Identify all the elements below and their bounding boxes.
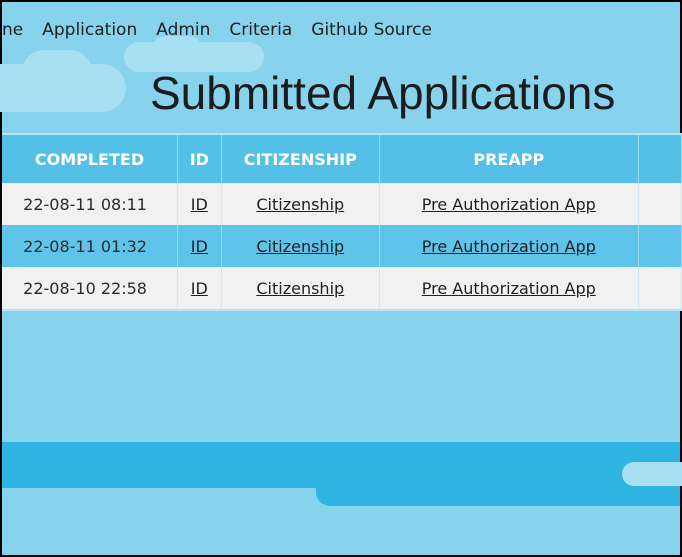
table-row: 22-08-11 08:11 ID Citizenship Pre Author… bbox=[2, 183, 682, 225]
cloud-decoration bbox=[622, 462, 682, 486]
preapp-cell: Pre Authorization App bbox=[379, 183, 639, 225]
extra-cell bbox=[638, 183, 682, 225]
extra-cell bbox=[638, 267, 682, 311]
completed-cell: 22-08-11 08:11 bbox=[2, 183, 178, 225]
id-cell: ID bbox=[177, 225, 222, 267]
table-header-row: COMPLETED ID CITIZENSHIP PREAPP bbox=[2, 133, 682, 183]
id-link[interactable]: ID bbox=[191, 195, 208, 214]
citizenship-cell: Citizenship bbox=[221, 183, 380, 225]
id-link[interactable]: ID bbox=[191, 279, 208, 298]
extra-cell bbox=[638, 225, 682, 267]
citizenship-cell: Citizenship bbox=[221, 225, 380, 267]
table-row: 22-08-10 22:58 ID Citizenship Pre Author… bbox=[2, 267, 682, 311]
cloud-decoration bbox=[22, 50, 92, 94]
column-header-preapp[interactable]: PREAPP bbox=[379, 133, 639, 183]
nav-item-admin[interactable]: Admin bbox=[156, 20, 210, 40]
id-link[interactable]: ID bbox=[191, 237, 208, 256]
applications-table: COMPLETED ID CITIZENSHIP PREAPP 22-08-11… bbox=[2, 133, 682, 311]
citizenship-link[interactable]: Citizenship bbox=[256, 279, 344, 298]
id-cell: ID bbox=[177, 267, 222, 311]
citizenship-cell: Citizenship bbox=[221, 267, 380, 311]
column-header-completed[interactable]: COMPLETED bbox=[2, 133, 178, 183]
column-header-id[interactable]: ID bbox=[177, 133, 222, 183]
citizenship-link[interactable]: Citizenship bbox=[256, 237, 344, 256]
nav-item-home[interactable]: ne bbox=[2, 20, 23, 40]
top-nav: ne Application Admin Criteria Github Sou… bbox=[2, 20, 451, 40]
nav-item-github-source[interactable]: Github Source bbox=[311, 20, 432, 40]
nav-item-criteria[interactable]: Criteria bbox=[229, 20, 292, 40]
column-header-citizenship[interactable]: CITIZENSHIP bbox=[221, 133, 380, 183]
column-header-extra bbox=[638, 133, 682, 183]
preapp-link[interactable]: Pre Authorization App bbox=[422, 237, 596, 256]
completed-cell: 22-08-11 01:32 bbox=[2, 225, 178, 267]
preapp-link[interactable]: Pre Authorization App bbox=[422, 195, 596, 214]
page-title: Submitted Applications bbox=[150, 67, 616, 119]
nav-item-application[interactable]: Application bbox=[42, 20, 137, 40]
preapp-cell: Pre Authorization App bbox=[379, 225, 639, 267]
preapp-link[interactable]: Pre Authorization App bbox=[422, 279, 596, 298]
id-cell: ID bbox=[177, 183, 222, 225]
completed-cell: 22-08-10 22:58 bbox=[2, 267, 178, 311]
preapp-cell: Pre Authorization App bbox=[379, 267, 639, 311]
citizenship-link[interactable]: Citizenship bbox=[256, 195, 344, 214]
table-row: 22-08-11 01:32 ID Citizenship Pre Author… bbox=[2, 225, 682, 267]
